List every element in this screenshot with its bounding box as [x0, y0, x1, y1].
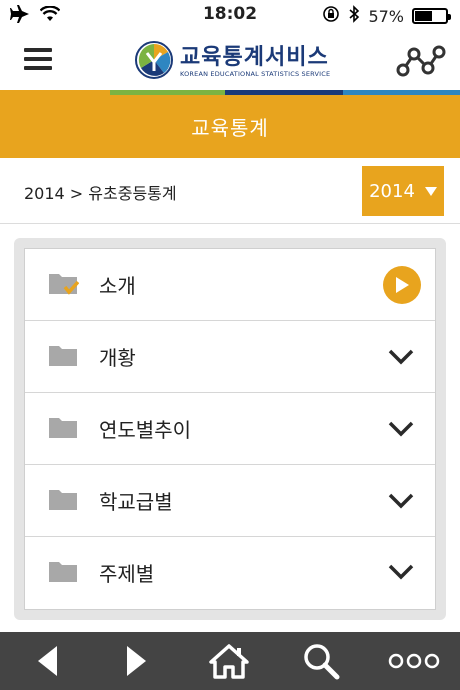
chevron-down-icon[interactable] [387, 492, 415, 510]
folder-icon [49, 415, 79, 441]
page-title-bar: 교육통계 [0, 95, 460, 158]
folder-icon [49, 559, 79, 585]
menu-list-container: 소개 개황 연도별추이 학교급별 주제별 [14, 238, 446, 620]
chevron-down-icon[interactable] [387, 348, 415, 366]
menu-item-label: 학교급별 [99, 490, 173, 514]
year-select[interactable]: 2014 [362, 166, 444, 216]
chevron-down-icon[interactable] [387, 563, 415, 581]
menu-item-label: 개황 [99, 346, 136, 370]
menu-list: 소개 개황 연도별추이 학교급별 주제별 [24, 248, 436, 610]
folder-icon [49, 343, 79, 369]
caret-down-icon [424, 186, 437, 196]
menu-item-overview[interactable]: 개황 [25, 321, 435, 393]
menu-item-school-level[interactable]: 학교급별 [25, 465, 435, 537]
folder-checked-icon [49, 271, 80, 297]
menu-item-label: 연도별추이 [99, 418, 191, 442]
breadcrumb-row: 2014 > 유초중등통계 2014 [0, 158, 460, 224]
search-icon[interactable] [296, 632, 346, 690]
back-icon[interactable] [22, 632, 72, 690]
menu-item-label: 소개 [99, 274, 136, 298]
page-title: 교육통계 [191, 116, 269, 140]
status-bar: 18:02 57% [0, 0, 460, 30]
logo-title: 교육통계서비스 [180, 44, 329, 70]
forward-icon[interactable] [112, 632, 162, 690]
breadcrumb: 2014 > 유초중등통계 [24, 184, 177, 203]
logo-subtitle: KOREAN EDUCATIONAL STATISTICS SERVICE [180, 69, 331, 78]
rotation-lock-icon [322, 5, 340, 27]
folder-icon [49, 487, 79, 513]
hamburger-menu-icon[interactable] [24, 48, 52, 72]
battery-icon [412, 8, 451, 24]
menu-item-label: 주제별 [99, 561, 155, 586]
app-header: 교육통계서비스 KOREAN EDUCATIONAL STATISTICS SE… [0, 30, 460, 90]
menu-item-intro[interactable]: 소개 [25, 249, 435, 321]
logo[interactable]: 교육통계서비스 KOREAN EDUCATIONAL STATISTICS SE… [134, 40, 330, 84]
logo-emblem-icon [134, 40, 174, 84]
bottom-toolbar [0, 632, 460, 690]
home-icon[interactable] [204, 632, 254, 690]
more-icon[interactable] [384, 632, 444, 690]
share-icon[interactable] [396, 42, 446, 80]
year-select-value: 2014 [369, 180, 415, 202]
menu-item-yearly-trend[interactable]: 연도별추이 [25, 393, 435, 465]
bluetooth-icon [348, 5, 360, 27]
battery-level [415, 11, 433, 21]
battery-percent: 57% [368, 6, 404, 26]
play-icon[interactable] [383, 265, 421, 304]
chevron-down-icon[interactable] [387, 420, 415, 438]
menu-item-by-topic[interactable]: 주제별 [25, 537, 435, 607]
